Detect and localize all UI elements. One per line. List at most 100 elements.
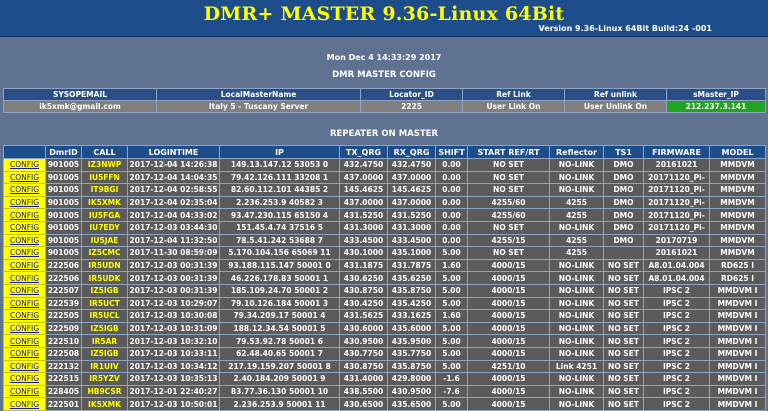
repeater-cell-rx-qrg: 435.1000 [387,246,436,260]
master-config-header-row: SYSOPEMAIL LocalMasterName Locator_ID Ref L… [3,88,766,101]
repeater-cell-model: MMDVM [709,170,766,185]
repeater-cell-model: MMDVM [709,195,766,210]
config-button[interactable]: CONFIG [3,346,46,361]
config-header-sysopemail: SYSOPEMAIL [3,88,157,101]
repeater-cell-rx-qrg: 431.3000 [387,220,436,235]
config-button[interactable]: CONFIG [3,183,46,197]
config-button[interactable]: CONFIG [3,271,46,285]
repeater-cell-logintime: 2017-12-03 00:31:39 [127,271,220,285]
repeater-cell-model: MMDVM [709,233,766,248]
repeater-cell-ts1: DMO [603,158,644,172]
repeater-cell-ip: 217.19.159.207 50001 8 [219,359,340,374]
repeater-cell-call: IZ5IGB [81,321,128,336]
repeater-cell-tx-qrg: 432.4750 [339,158,388,172]
config-value-localmastername: Italy 5 - Tuscany Server [156,100,361,113]
repeater-cell-rx-qrg: 435.7750 [387,346,436,361]
repeater-row: CONFIG 222506 IR5UDN 2017-12-03 00:31:39 93.… [3,258,766,273]
repeater-cell-dmrid: 222506 [45,271,82,285]
repeater-cell-ts1 [603,246,644,260]
repeater-cell-logintime: 2017-12-03 03:44:30 [127,220,220,235]
repeater-cell-rx-qrg: 435.6250 [387,271,436,285]
repeater-cell-ts1: NO SET [603,372,644,386]
repeater-cell-model: MMDVM I [709,372,766,386]
repeater-cell-reflector: NO-LINK [549,296,604,311]
repeater-cell-rx-qrg: 430.9500 [387,384,436,399]
repeater-row: CONFIG 901005 IZ5CMC 2017-11-30 08:59:09 5.1… [3,246,766,260]
repeater-cell-firmware: 20161021 [643,246,710,260]
config-header-ref-unlink: Ref unlink [564,88,667,101]
config-button[interactable]: CONFIG [3,170,46,185]
config-button[interactable]: CONFIG [3,372,46,386]
config-button[interactable]: CONFIG [3,296,46,311]
config-button[interactable]: CONFIG [3,283,46,298]
repeater-cell-call: IZ5IGB [81,283,128,298]
repeater-cell-reflector: NO-LINK [549,384,604,399]
repeater-cell-call: IR5UCL [81,309,128,323]
repeater-cell-logintime: 2017-12-01 22:40:27 [127,384,220,399]
config-button[interactable]: CONFIG [3,258,46,273]
config-button[interactable]: CONFIG [3,384,46,399]
repeater-cell-logintime: 2017-12-03 10:35:13 [127,372,220,386]
repeater-cell-start-ref-rt: 4000/15 [467,321,550,336]
repeater-cell-start-ref-rt: 4255/60 [467,208,550,222]
repeater-cell-firmware: 20171120_Pi- [643,195,710,210]
config-button[interactable]: CONFIG [3,359,46,374]
repeater-header-row: DmrID CALL LOGINTIME IP TX_QRG RX_QRG SHIFT STA… [3,145,766,159]
repeater-header-logintime: LOGINTIME [127,145,220,159]
repeater-cell-model: MMDVM I [709,334,766,348]
repeater-cell-shift: 5.00 [435,283,468,298]
repeater-cell-logintime: 2017-12-03 10:29:07 [127,296,220,311]
repeater-cell-dmrid: 901005 [45,158,82,172]
repeater-cell-dmrid: 228405 [45,384,82,399]
repeater-cell-reflector: 4255 [549,208,604,222]
repeater-cell-ip: 151.45.4.74 37516 5 [219,220,340,235]
repeater-row: CONFIG 901005 IU5FGA 2017-12-04 04:33:02 93.… [3,208,766,222]
repeater-cell-tx-qrg: 430.8750 [339,359,388,374]
repeater-cell-model: MMDVM I [709,283,766,298]
config-button[interactable]: CONFIG [3,158,46,172]
config-button[interactable]: CONFIG [3,397,46,411]
repeater-cell-reflector: NO-LINK [549,334,604,348]
config-button[interactable]: CONFIG [3,309,46,323]
config-button[interactable]: CONFIG [3,220,46,235]
repeater-cell-rx-qrg: 437.0000 [387,170,436,185]
config-header-ref-link: Ref Link [462,88,565,101]
repeater-cell-dmrid: 901005 [45,195,82,210]
repeater-row: CONFIG 222507 IZ5IGB 2017-12-03 00:31:39 185… [3,283,766,298]
repeater-cell-call: IU5FGA [81,208,128,222]
config-button[interactable]: CONFIG [3,208,46,222]
repeater-cell-firmware: 20171120_Pi- [643,208,710,222]
top-banner: DMR+ MASTER 9.36-Linux 64Bit Version 9.3… [0,0,768,37]
repeater-cell-firmware: 20170719 [643,233,710,248]
repeater-cell-ts1: NO SET [603,321,644,336]
config-value-smaster-ip: 212.237.3.141 [666,100,766,113]
config-button[interactable]: CONFIG [3,246,46,260]
repeater-cell-tx-qrg: 430.6000 [339,321,388,336]
repeater-cell-dmrid: 901005 [45,220,82,235]
repeater-cell-firmware: IPSC 2 [643,397,710,411]
repeater-cell-rx-qrg: 435.9500 [387,334,436,348]
repeater-row: CONFIG 228405 HB9CSR 2017-12-01 22:40:27 83.… [3,384,766,399]
repeater-row: CONFIG 222509 IZ5IGB 2017-12-03 10:31:09 188… [3,321,766,336]
repeater-cell-firmware: A8.01.04.004 [643,258,710,273]
repeater-cell-rx-qrg: 435.6500 [387,397,436,411]
repeater-cell-model: MMDVM I [709,359,766,374]
repeater-cell-ts1: NO SET [603,296,644,311]
repeater-cell-dmrid: 222501 [45,397,82,411]
repeater-cell-reflector: 4255 [549,195,604,210]
repeater-cell-shift: 5.00 [435,246,468,260]
repeater-row: CONFIG 901005 IU5JAE 2017-12-04 11:32:50 78.… [3,233,766,248]
repeater-cell-dmrid: 901005 [45,170,82,185]
config-button[interactable]: CONFIG [3,233,46,248]
repeater-cell-logintime: 2017-11-30 08:59:09 [127,246,220,260]
config-button[interactable]: CONFIG [3,321,46,336]
repeater-cell-logintime: 2017-12-03 10:32:10 [127,334,220,348]
config-button[interactable]: CONFIG [3,334,46,348]
config-button[interactable]: CONFIG [3,195,46,210]
repeater-cell-dmrid: 901005 [45,183,82,197]
page-title: DMR+ MASTER 9.36-Linux 64Bit [203,3,565,25]
repeater-cell-start-ref-rt: NO SET [467,220,550,235]
repeater-cell-shift: 0.00 [435,208,468,222]
repeater-row: CONFIG 901005 IU5FFN 2017-12-04 14:04:35 79.… [3,170,766,185]
repeater-cell-ts1: NO SET [603,283,644,298]
